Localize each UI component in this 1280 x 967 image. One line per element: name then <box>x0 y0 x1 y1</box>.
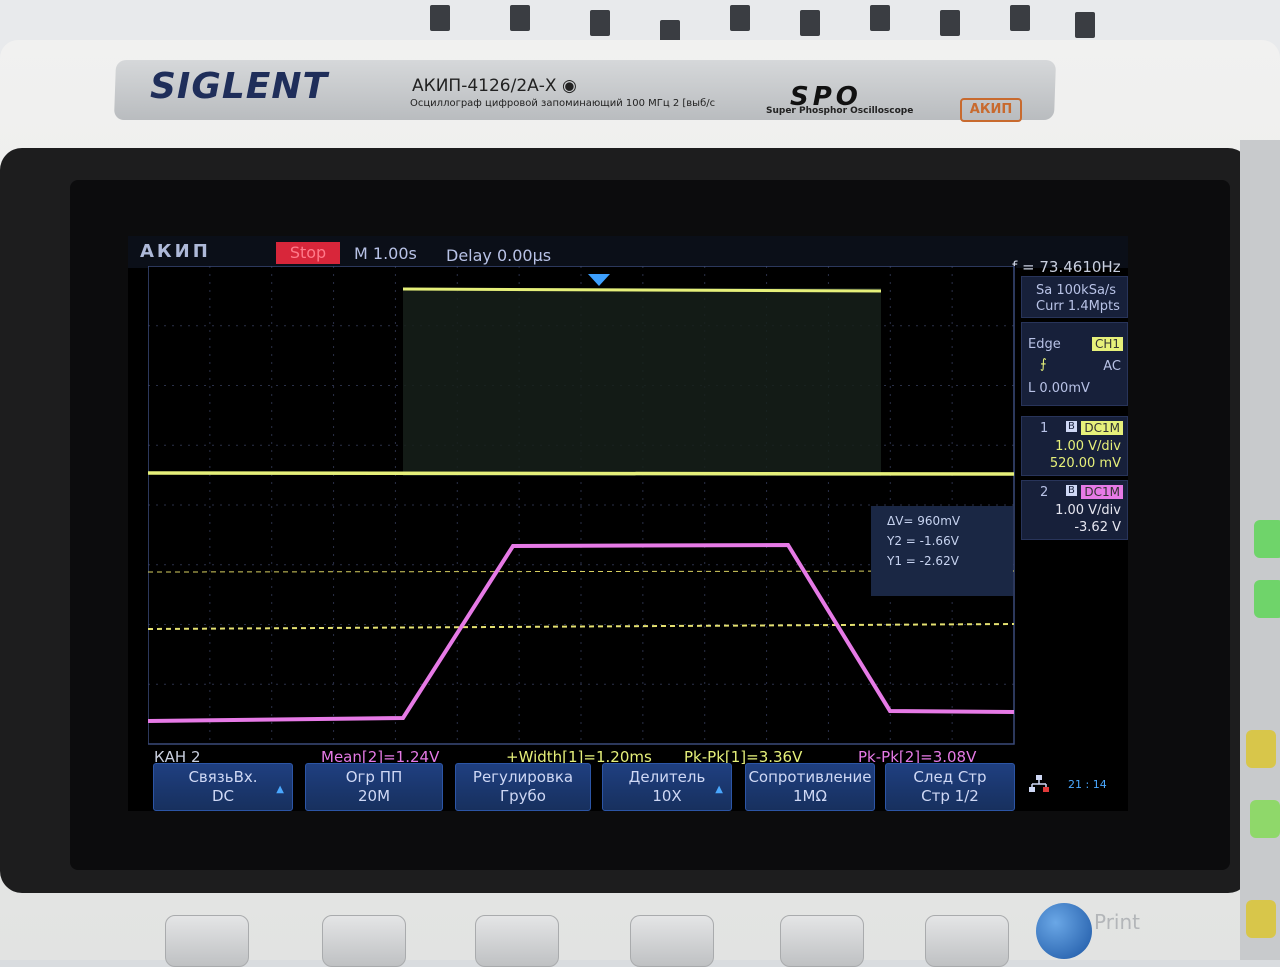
rack-hole <box>940 10 960 36</box>
print-label: Print <box>1094 910 1141 934</box>
ch2-number: 2 <box>1040 485 1049 500</box>
softkey-value: Стр 1/2 <box>921 787 979 805</box>
run-stop-indicator[interactable]: Stop <box>276 242 340 264</box>
cursor-y1: Y1 = -2.62V <box>887 554 959 568</box>
trigger-coupling: AC <box>1103 359 1121 374</box>
softkey-hardware-button[interactable] <box>322 915 406 967</box>
network-icon <box>1029 775 1049 792</box>
model-symbol: ◉ <box>561 76 577 96</box>
akip-badge: АКИП <box>960 98 1022 122</box>
clock: 21 : 14 <box>1068 778 1107 791</box>
softkey-label: Огр ПП <box>345 768 403 786</box>
softkey-value: Грубо <box>500 787 546 805</box>
memory-depth: Curr 1.4Mpts <box>1036 299 1120 314</box>
bandwidth-icon: B <box>1066 421 1077 432</box>
spo-subtitle: Super Phosphor Oscilloscope <box>766 106 914 116</box>
next-page-softkey[interactable]: След Стр Стр 1/2 <box>885 763 1015 811</box>
softkey-label: Регулировка <box>472 768 574 786</box>
rack-hole <box>430 5 450 31</box>
softkey-hardware-button[interactable] <box>925 915 1009 967</box>
softkey-label: Сопротивление <box>748 768 872 786</box>
ch1-info[interactable]: 1 B DC1M 1.00 V/div 520.00 mV <box>1021 416 1128 476</box>
ch1-scale: 1.00 V/div <box>1055 439 1121 454</box>
softkey-hardware-button[interactable] <box>165 915 249 967</box>
rack-hole <box>800 10 820 36</box>
rising-edge-icon: ⨍ <box>1040 357 1047 372</box>
ch2-coupling: DC1M <box>1081 485 1123 499</box>
ch1-coupling: DC1M <box>1081 421 1123 435</box>
side-control-panel <box>1240 140 1280 960</box>
bandwidth-icon: B <box>1066 485 1077 496</box>
softkey-value: 1MΩ <box>793 787 827 805</box>
rack-hole <box>510 5 530 31</box>
trigger-level: L 0.00mV <box>1028 381 1090 396</box>
model-description: Осциллограф цифровой запоминающий 100 МГ… <box>410 98 716 109</box>
ch1-number: 1 <box>1040 421 1049 436</box>
print-button[interactable] <box>1036 903 1092 959</box>
siglent-logo: SIGLENT <box>150 66 329 107</box>
rack-hole <box>590 10 610 36</box>
trigger-info[interactable]: Edge CH1 ⨍ AC L 0.00mV <box>1021 322 1128 406</box>
cursor-y2: Y2 = -1.66V <box>887 534 959 548</box>
softkey-hardware-button[interactable] <box>475 915 559 967</box>
impedance-softkey[interactable]: Сопротивление 1MΩ <box>745 763 875 811</box>
softkey-hardware-button[interactable] <box>780 915 864 967</box>
ch2-offset: -3.62 V <box>1074 520 1121 535</box>
side-button[interactable] <box>1254 580 1280 618</box>
rack-hole <box>1010 5 1030 31</box>
sample-rate: Sa 100kSa/s <box>1036 283 1117 298</box>
bandwidth-limit-softkey[interactable]: Огр ПП 20M <box>305 763 443 811</box>
up-arrow-icon: ▲ <box>276 784 284 795</box>
side-button[interactable] <box>1250 800 1280 838</box>
oscilloscope-display: АКИП Stop M 1.00s Delay 0.00µs f = 73.46… <box>128 236 1128 811</box>
ch1-persistence-trace <box>402 287 882 293</box>
softkey-value: 10X <box>652 787 682 805</box>
model-number: АКИП-4126/2А-Х <box>412 76 557 96</box>
frequency-readout: f = 73.4610Hz <box>1012 258 1121 276</box>
trigger-source: CH1 <box>1091 337 1123 351</box>
screen-brand: АКИП <box>140 241 211 262</box>
rack-hole <box>730 5 750 31</box>
right-info-panel: Sa 100kSa/s Curr 1.4Mpts Edge CH1 ⨍ AC L… <box>1021 276 1128 746</box>
coupling-softkey[interactable]: СвязьВх. DC ▲ <box>153 763 293 811</box>
rack-hole <box>870 5 890 31</box>
side-button[interactable] <box>1254 520 1280 558</box>
cursor-readout: ΔV= 960mV Y2 = -1.66V Y1 = -2.62V <box>871 506 1013 596</box>
trigger-type: Edge <box>1028 337 1061 352</box>
ch1-offset: 520.00 mV <box>1049 456 1121 471</box>
softkey-hardware-button[interactable] <box>630 915 714 967</box>
model-name: АКИП-4126/2А-Х ◉ <box>412 76 577 96</box>
rack-hole <box>1075 12 1095 38</box>
delay-readout: Delay 0.00µs <box>446 246 552 265</box>
softkey-label: След Стр <box>913 768 987 786</box>
persistence-region <box>403 288 881 476</box>
softkey-menu: СвязьВх. DC ▲ Огр ПП 20M Регулировка Гру… <box>128 763 1128 811</box>
side-knob[interactable] <box>1246 730 1276 768</box>
ch2-info[interactable]: 2 B DC1M 1.00 V/div -3.62 V <box>1021 480 1128 540</box>
ch1-trace <box>148 471 1015 476</box>
ch2-scale: 1.00 V/div <box>1055 503 1121 518</box>
softkey-label: Делитель <box>628 768 706 786</box>
cursor-delta-v: ΔV= 960mV <box>887 514 961 528</box>
softkey-value: DC <box>211 787 235 805</box>
up-arrow-icon: ▲ <box>715 784 723 795</box>
softkey-label: СвязьВх. <box>188 768 258 786</box>
softkey-value: 20M <box>357 787 391 805</box>
timebase-readout: M 1.00s <box>354 244 417 263</box>
adjust-softkey[interactable]: Регулировка Грубо <box>455 763 591 811</box>
acquisition-info: Sa 100kSa/s Curr 1.4Mpts <box>1021 276 1128 318</box>
probe-softkey[interactable]: Делитель 10X ▲ <box>602 763 732 811</box>
